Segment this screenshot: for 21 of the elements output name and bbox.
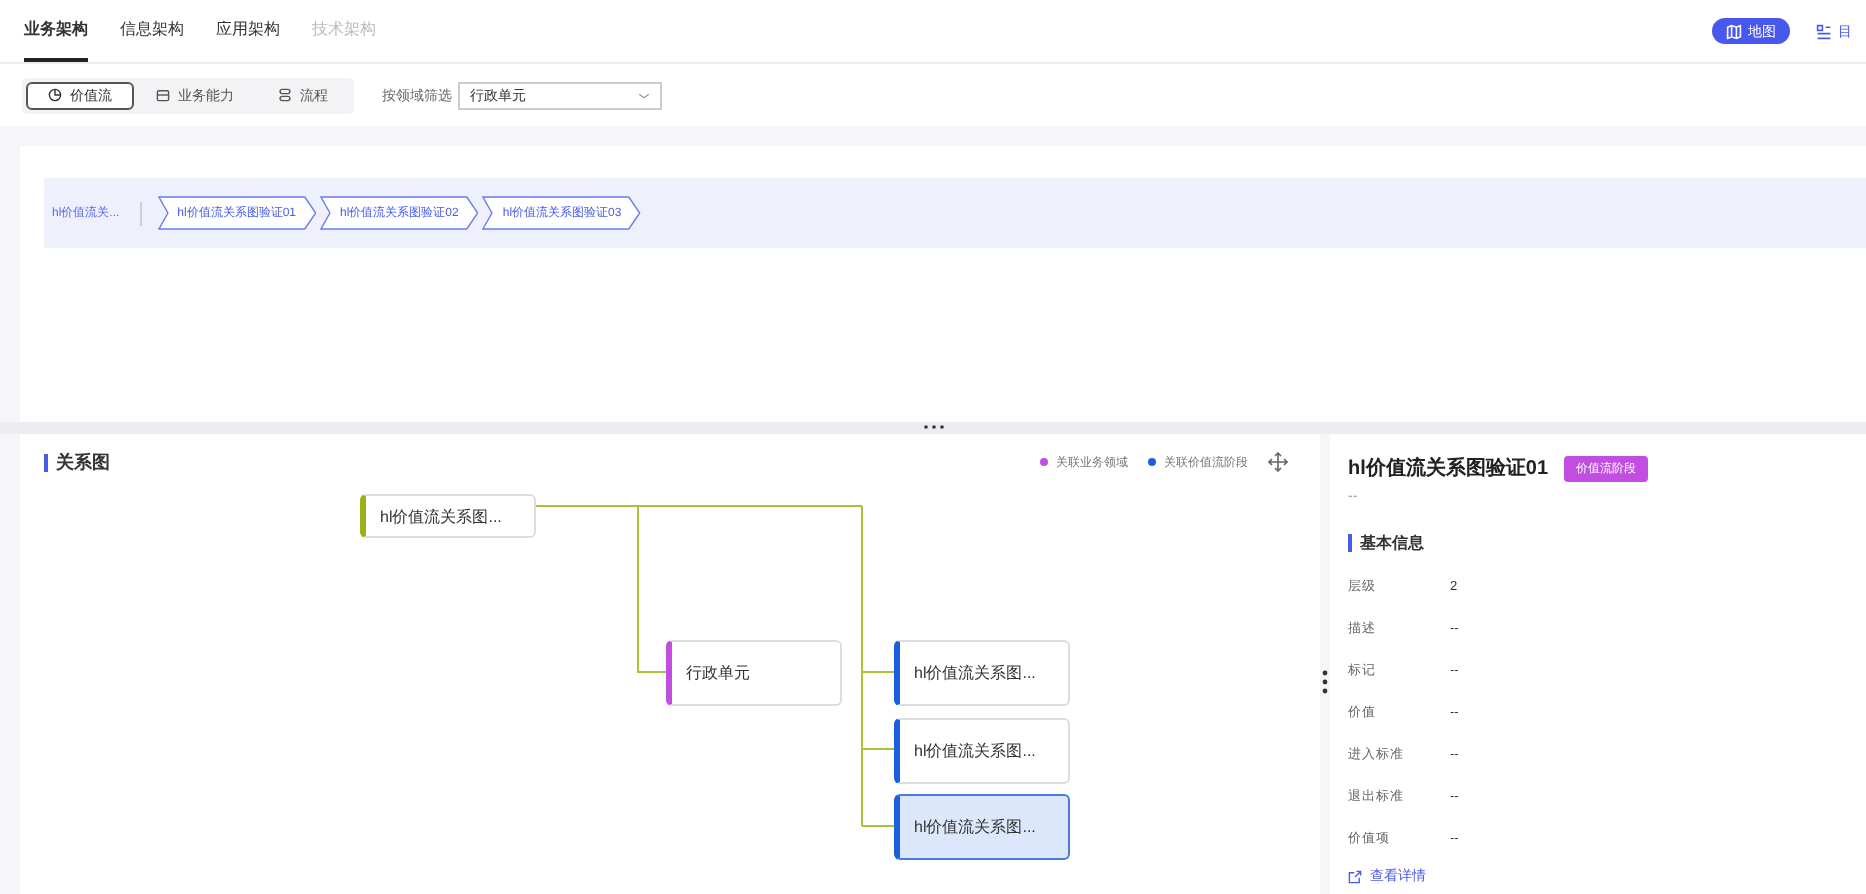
panel-title: 关系图 [44,454,110,472]
tab[interactable]: 应用架构 [216,0,280,62]
graph-node[interactable]: hl价值流关系图... [360,494,536,538]
map-icon [1726,23,1742,39]
caret-icon [638,91,650,99]
tab[interactable]: 信息架构 [120,0,184,62]
list-icon [1816,23,1832,39]
move-icon [1268,452,1288,472]
window-icon [156,88,170,102]
graph-node[interactable]: hl价值流关系图... [894,794,1070,860]
graph-node[interactable]: hl价值流关系图... [894,717,1070,783]
tab[interactable]: 业务架构 [24,0,88,62]
detail-title: hl价值流关系图验证01 [1348,454,1549,482]
drag-handle-icon [1322,670,1328,694]
stack-icon [278,88,292,102]
graph-node[interactable]: 行政单元 [666,640,842,706]
pie-chart-icon [48,88,62,102]
graph-node[interactable]: hl价值流关系图... [894,640,1070,706]
external-link-icon [1348,869,1362,883]
drag-handle-icon [923,424,943,430]
section-title: 基本信息 [1348,534,1866,552]
